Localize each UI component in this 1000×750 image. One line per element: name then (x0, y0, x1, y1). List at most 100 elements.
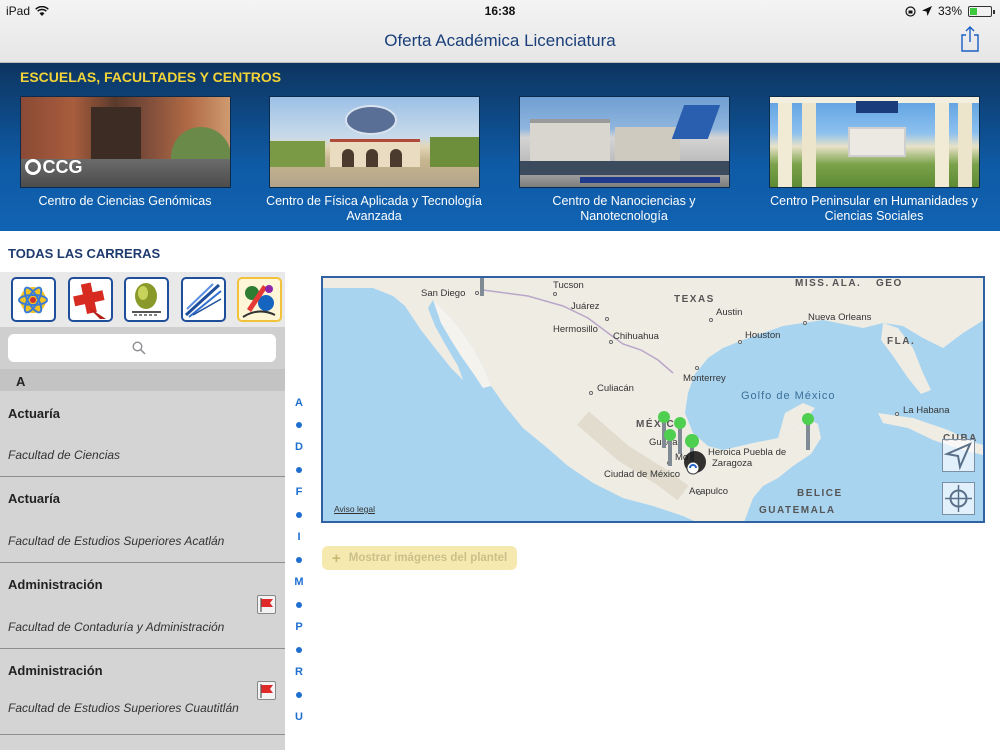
city-dot (803, 321, 807, 325)
list-item[interactable]: Actuaría Facultad de Ciencias (0, 391, 285, 477)
page-title: Oferta Académica Licenciatura (384, 31, 616, 50)
city-dot (553, 292, 557, 296)
career-title: Actuaría (8, 406, 61, 421)
category-social-button[interactable] (124, 277, 169, 322)
crosshair-icon (945, 485, 972, 512)
map-pin-cluster-icon[interactable] (683, 446, 711, 476)
career-faculty: Facultad de Estudios Superiores Cuautitl… (8, 701, 239, 715)
index-letter[interactable]: D (285, 441, 313, 453)
school-photo (768, 96, 980, 188)
map-label: Chihuahua (613, 331, 659, 342)
school-name: Centro de Física Aplicada y Tecnología A… (266, 194, 482, 223)
school-card-ccg[interactable]: CCG Centro de Ciencias Genómicas (15, 96, 235, 209)
show-images-button[interactable]: + Mostrar imágenes del plantel (322, 546, 518, 570)
career-title: Actuaría (8, 491, 61, 506)
map-pin-icon[interactable] (801, 412, 815, 452)
city-dot (589, 391, 593, 395)
map-pin-icon[interactable] (475, 278, 489, 312)
map-label: MISS. (795, 278, 830, 289)
career-title: Administración (8, 577, 103, 592)
map-label: Austin (716, 307, 743, 318)
school-card-cephcis[interactable]: Centro Peninsular en Humanidades y Cienc… (764, 96, 984, 224)
city-dot (605, 317, 609, 321)
category-bar (0, 272, 285, 327)
map-label: TEXAS (674, 294, 715, 305)
list-item[interactable]: Administración Facultad de Estudios Supe… (0, 649, 285, 735)
map-label: Hermosillo (553, 324, 598, 335)
engineering-icon (184, 283, 222, 318)
arts-icon (242, 285, 276, 318)
section-index[interactable]: A D F I M P R U (285, 369, 313, 750)
city-dot (709, 318, 713, 322)
search-input[interactable] (8, 334, 276, 362)
locate-me-button[interactable] (942, 439, 975, 472)
app-root: iPad 16:38 33% Oferta Académica Licencia… (0, 0, 1000, 750)
top-bar: iPad 16:38 33% Oferta Académica Licencia… (0, 0, 1000, 63)
index-letter[interactable]: M (285, 576, 313, 588)
share-icon[interactable] (960, 26, 980, 52)
map-label: Golfo de México (741, 390, 836, 402)
list-section-header: A (0, 369, 285, 391)
map-label: Juárez (571, 301, 600, 312)
map-label: San Diego (421, 288, 466, 299)
index-dot (296, 467, 302, 473)
school-photo: CCG (19, 96, 231, 188)
city-dot (609, 340, 613, 344)
school-name: Centro Peninsular en Humanidades y Cienc… (770, 194, 978, 223)
index-letter[interactable]: U (285, 711, 313, 723)
map-target-button[interactable] (942, 482, 975, 515)
location-arrow-icon (921, 6, 932, 16)
index-letter[interactable]: F (285, 486, 313, 498)
map-label: Culiacán (597, 383, 634, 394)
category-health-button[interactable] (68, 277, 113, 322)
legal-link[interactable]: Aviso legal (334, 504, 375, 514)
index-dot (296, 647, 302, 653)
city-dot (738, 340, 742, 344)
flag-icon (257, 681, 276, 700)
index-letter[interactable]: P (285, 621, 313, 633)
city-dot (697, 491, 701, 495)
index-dot (296, 422, 302, 428)
schools-banner: ESCUELAS, FACULTADES Y CENTROS CCG Centr… (0, 63, 1000, 231)
map-label: Houston (745, 330, 781, 341)
lock-rotation-icon (905, 5, 916, 17)
map-label: Ciudad de México (604, 469, 681, 480)
category-science-button[interactable] (11, 277, 56, 322)
school-name: Centro de Nanociencias y Nanotecnología (552, 194, 696, 223)
index-dot (296, 557, 302, 563)
plus-icon: + (332, 549, 341, 567)
school-photo (518, 96, 730, 188)
map-label: ALA. (832, 278, 862, 289)
school-card-cfata[interactable]: Centro de Física Aplicada y Tecnología A… (264, 96, 484, 224)
career-faculty: Facultad de Contaduría y Administración (8, 620, 225, 634)
clock: 16:38 (484, 4, 516, 18)
index-letter[interactable]: R (285, 666, 313, 678)
battery-percent: 33% (937, 4, 962, 18)
ccg-logo: CCG (24, 157, 83, 178)
show-images-label: Mostrar imágenes del plantel (348, 552, 508, 564)
list-item[interactable]: Actuaría Facultad de Estudios Superiores… (0, 477, 285, 563)
map-pin-icon[interactable] (663, 428, 677, 468)
city-dot (695, 366, 699, 370)
map-label: Tucson (553, 280, 584, 291)
map-label: Zaragoza (712, 458, 753, 469)
index-dot (296, 602, 302, 608)
atom-icon (18, 286, 48, 314)
careers-heading: TODAS LAS CARRERAS (8, 246, 161, 261)
school-name: Centro de Ciencias Genómicas (38, 194, 212, 208)
index-letter[interactable]: A (285, 397, 313, 409)
school-card-cnyn[interactable]: Centro de Nanociencias y Nanotecnología (514, 96, 734, 224)
category-arts-button[interactable] (237, 277, 282, 322)
health-cross-icon (73, 282, 106, 319)
category-engineering-button[interactable] (181, 277, 226, 322)
list-item[interactable]: Administración Facultad de Contaduría y … (0, 563, 285, 649)
map-label: La Habana (903, 405, 950, 416)
careers-list: A Actuaría Facultad de Ciencias Actuaría… (0, 369, 285, 750)
index-letter[interactable]: I (285, 531, 313, 543)
campus-map[interactable]: San Diego Tucson Juárez TEXAS MISS. ALA.… (321, 276, 985, 523)
status-bar: iPad 16:38 33% (0, 0, 1000, 22)
map-label: BELICE (797, 488, 843, 499)
index-dot (296, 692, 302, 698)
career-title: Administración (8, 663, 103, 678)
city-dot (895, 412, 899, 416)
